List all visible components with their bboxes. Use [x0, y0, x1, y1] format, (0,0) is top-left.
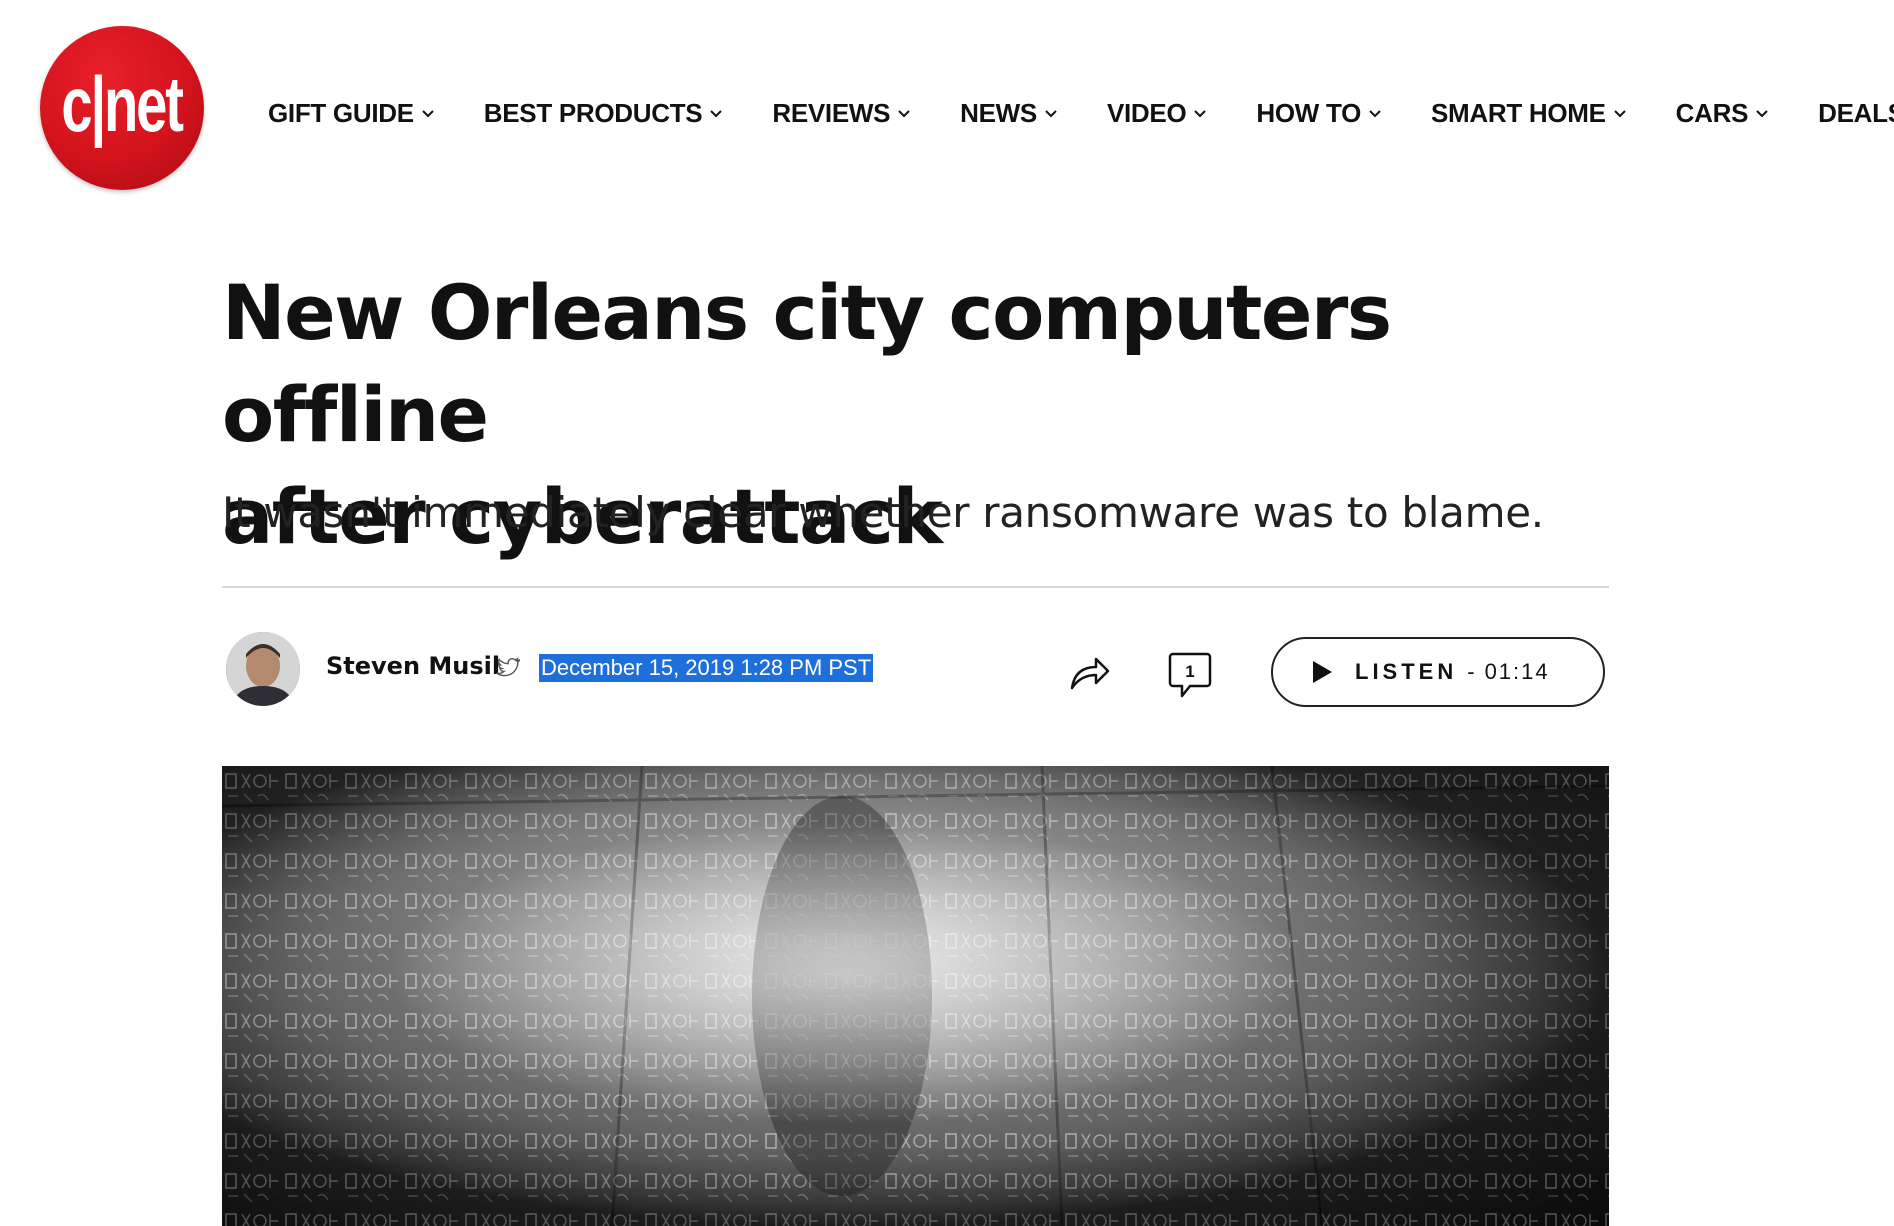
nav-item-reviews[interactable]: REVIEWS — [772, 98, 912, 129]
hero-glyph-texture — [222, 766, 1609, 1226]
nav-label: SMART HOME — [1431, 98, 1606, 128]
twitter-icon[interactable] — [496, 655, 520, 679]
nav-item-cars[interactable]: CARS — [1676, 98, 1770, 129]
author-avatar[interactable] — [226, 632, 300, 706]
nav-item-video[interactable]: VIDEO — [1107, 98, 1208, 129]
chevron-down-icon — [422, 109, 434, 117]
chevron-down-icon — [1369, 109, 1381, 117]
nav-label: HOW TO — [1256, 98, 1361, 128]
author-name[interactable]: Steven Musil — [326, 652, 500, 680]
publish-date: December 15, 2019 1:28 PM PST — [539, 654, 874, 682]
nav-label: VIDEO — [1106, 98, 1187, 128]
nav-label: GIFT GUIDE — [268, 98, 414, 128]
nav-label: CARS — [1675, 98, 1749, 128]
nav-label: DEALS — [1818, 98, 1894, 128]
comment-icon: 1 — [1168, 652, 1212, 698]
cnet-logo[interactable]: c|net — [40, 26, 204, 190]
nav-label: REVIEWS — [772, 98, 891, 128]
chevron-down-icon — [1756, 109, 1768, 117]
avatar-portrait — [226, 632, 300, 706]
listen-label: LISTEN — [1355, 659, 1458, 684]
nav-label: BEST PRODUCTS — [483, 98, 703, 128]
divider — [222, 586, 1609, 588]
chevron-down-icon — [1045, 109, 1057, 117]
listen-button[interactable]: LISTEN - 01:14 — [1271, 637, 1605, 707]
nav-item-gift-guide[interactable]: GIFT GUIDE — [268, 98, 436, 129]
main-nav: GIFT GUIDE BEST PRODUCTS REVIEWS NEWS VI… — [268, 98, 1894, 129]
nav-item-deals[interactable]: DEALS — [1818, 98, 1894, 129]
headline-line-1: New Orleans city computers offline — [222, 268, 1392, 459]
share-icon[interactable] — [1068, 652, 1112, 692]
comment-count: 1 — [1185, 662, 1194, 681]
nav-label: NEWS — [960, 98, 1037, 128]
nav-item-smart-home[interactable]: SMART HOME — [1431, 98, 1628, 129]
nav-item-news[interactable]: NEWS — [960, 98, 1059, 129]
listen-duration: 01:14 — [1484, 659, 1550, 684]
play-icon — [1313, 661, 1332, 683]
listen-separator: - — [1467, 659, 1475, 684]
cnet-logo-text: c|net — [61, 60, 185, 148]
chevron-down-icon — [1194, 109, 1207, 117]
chevron-down-icon — [898, 109, 910, 117]
nav-item-best-products[interactable]: BEST PRODUCTS — [484, 98, 725, 129]
hero-image — [222, 766, 1609, 1226]
chevron-down-icon — [710, 109, 723, 117]
nav-item-how-to[interactable]: HOW TO — [1256, 98, 1383, 129]
article-dek: It wasn't immediately clear whether rans… — [222, 488, 1544, 537]
chevron-down-icon — [1613, 109, 1626, 117]
comments-button[interactable]: 1 — [1168, 651, 1212, 699]
